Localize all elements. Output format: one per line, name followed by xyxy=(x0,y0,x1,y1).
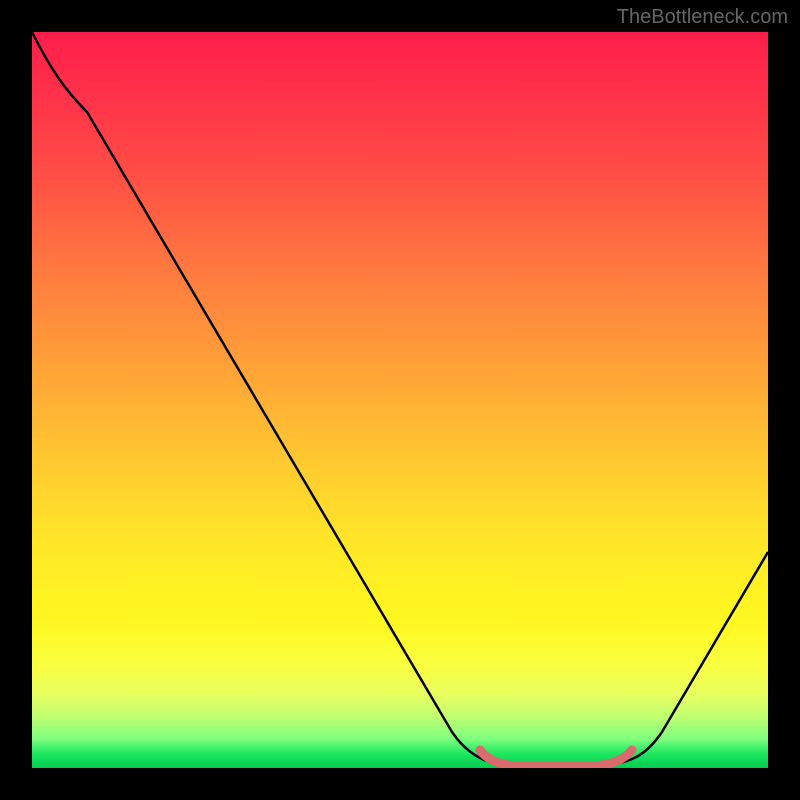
chart-plot-area xyxy=(32,32,768,768)
optimal-zone-marker xyxy=(480,750,632,766)
watermark-text: TheBottleneck.com xyxy=(617,6,788,29)
curve-overlay xyxy=(32,32,768,768)
bottleneck-curve-path xyxy=(32,32,768,768)
